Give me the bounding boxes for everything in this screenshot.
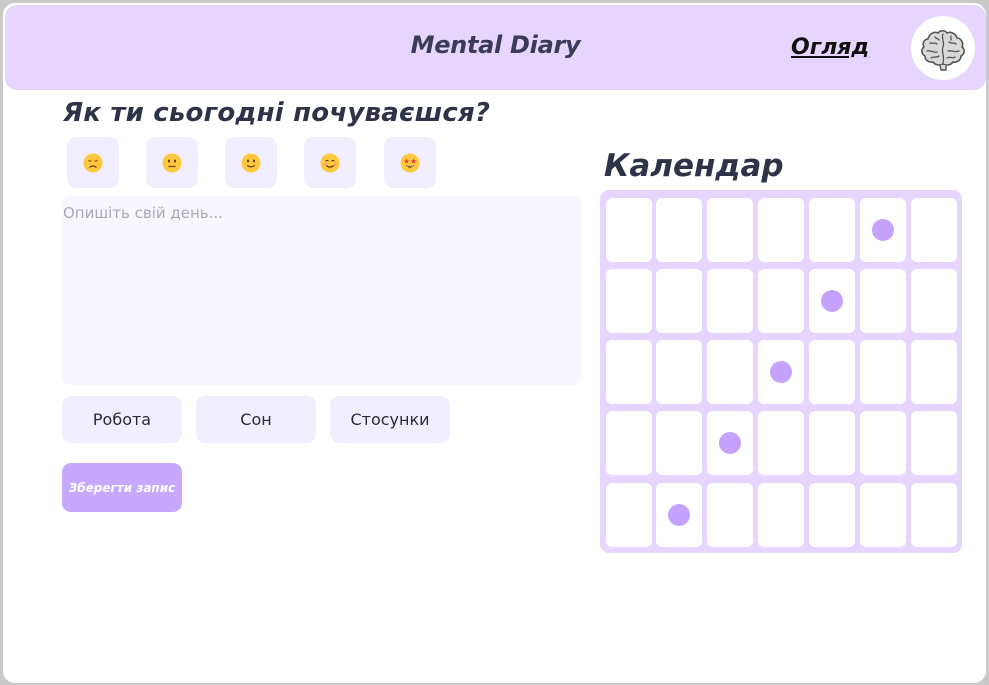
- calendar-day-cell[interactable]: [809, 340, 855, 404]
- calendar-day-cell[interactable]: [606, 198, 652, 262]
- entry-dot: [821, 290, 843, 312]
- entry-dot: [872, 219, 894, 241]
- star-struck-face-icon: [400, 153, 420, 172]
- mood-button-sad[interactable]: [67, 137, 119, 188]
- mood-button-slightly-happy[interactable]: [225, 137, 277, 188]
- calendar-day-cell[interactable]: [758, 340, 804, 404]
- calendar-day-cell[interactable]: [707, 269, 753, 333]
- calendar-grid: [600, 190, 962, 553]
- calendar-day-cell[interactable]: [809, 198, 855, 262]
- entry-dot: [770, 361, 792, 383]
- calendar-day-cell[interactable]: [911, 198, 957, 262]
- calendar-day-cell[interactable]: [606, 411, 652, 475]
- calendar-day-cell[interactable]: [656, 483, 702, 547]
- calendar-day-cell[interactable]: [809, 269, 855, 333]
- app-window: Mental Diary Огляд Як ти сьогодні почува…: [3, 3, 986, 683]
- calendar-day-cell[interactable]: [860, 198, 906, 262]
- calendar-day-cell[interactable]: [606, 340, 652, 404]
- calendar-day-cell[interactable]: [606, 269, 652, 333]
- calendar-day-cell[interactable]: [758, 483, 804, 547]
- calendar-day-cell[interactable]: [656, 411, 702, 475]
- save-entry-button[interactable]: Зберегти запис: [62, 463, 182, 512]
- avatar[interactable]: [911, 16, 975, 80]
- brain-icon: [921, 29, 965, 71]
- mood-button-excited[interactable]: [384, 137, 436, 188]
- calendar-day-cell[interactable]: [911, 340, 957, 404]
- header-bar: Mental Diary Огляд: [5, 5, 986, 90]
- disappointed-face-icon: [83, 153, 103, 172]
- mood-button-neutral[interactable]: [146, 137, 198, 188]
- calendar-day-cell[interactable]: [707, 340, 753, 404]
- calendar-day-cell[interactable]: [860, 411, 906, 475]
- calendar-day-cell[interactable]: [656, 198, 702, 262]
- slightly-smiling-face-icon: [241, 153, 261, 172]
- smiling-face-icon: [320, 153, 340, 172]
- calendar-day-cell[interactable]: [758, 198, 804, 262]
- calendar-title: Календар: [604, 148, 784, 184]
- calendar-day-cell[interactable]: [809, 483, 855, 547]
- calendar-day-cell[interactable]: [860, 269, 906, 333]
- mood-question: Як ти сьогодні почуваєшся?: [63, 98, 491, 128]
- calendar-day-cell[interactable]: [606, 483, 652, 547]
- calendar-day-cell[interactable]: [758, 269, 804, 333]
- day-description-input[interactable]: [62, 196, 582, 385]
- calendar-day-cell[interactable]: [656, 340, 702, 404]
- tag-sleep-button[interactable]: Сон: [196, 396, 316, 443]
- entry-dot: [668, 504, 690, 526]
- calendar-day-cell[interactable]: [911, 411, 957, 475]
- neutral-face-icon: [162, 153, 182, 172]
- calendar-day-cell[interactable]: [809, 411, 855, 475]
- calendar-day-cell[interactable]: [707, 411, 753, 475]
- calendar-day-cell[interactable]: [911, 269, 957, 333]
- calendar-day-cell[interactable]: [911, 483, 957, 547]
- calendar-day-cell[interactable]: [860, 483, 906, 547]
- tag-work-button[interactable]: Робота: [62, 396, 182, 443]
- calendar-day-cell[interactable]: [707, 483, 753, 547]
- calendar-day-cell[interactable]: [860, 340, 906, 404]
- entry-dot: [719, 432, 741, 454]
- mood-button-happy[interactable]: [304, 137, 356, 188]
- calendar-day-cell[interactable]: [758, 411, 804, 475]
- overview-link[interactable]: Огляд: [791, 35, 869, 60]
- calendar-day-cell[interactable]: [656, 269, 702, 333]
- tag-relationships-button[interactable]: Стосунки: [330, 396, 450, 443]
- calendar-day-cell[interactable]: [707, 198, 753, 262]
